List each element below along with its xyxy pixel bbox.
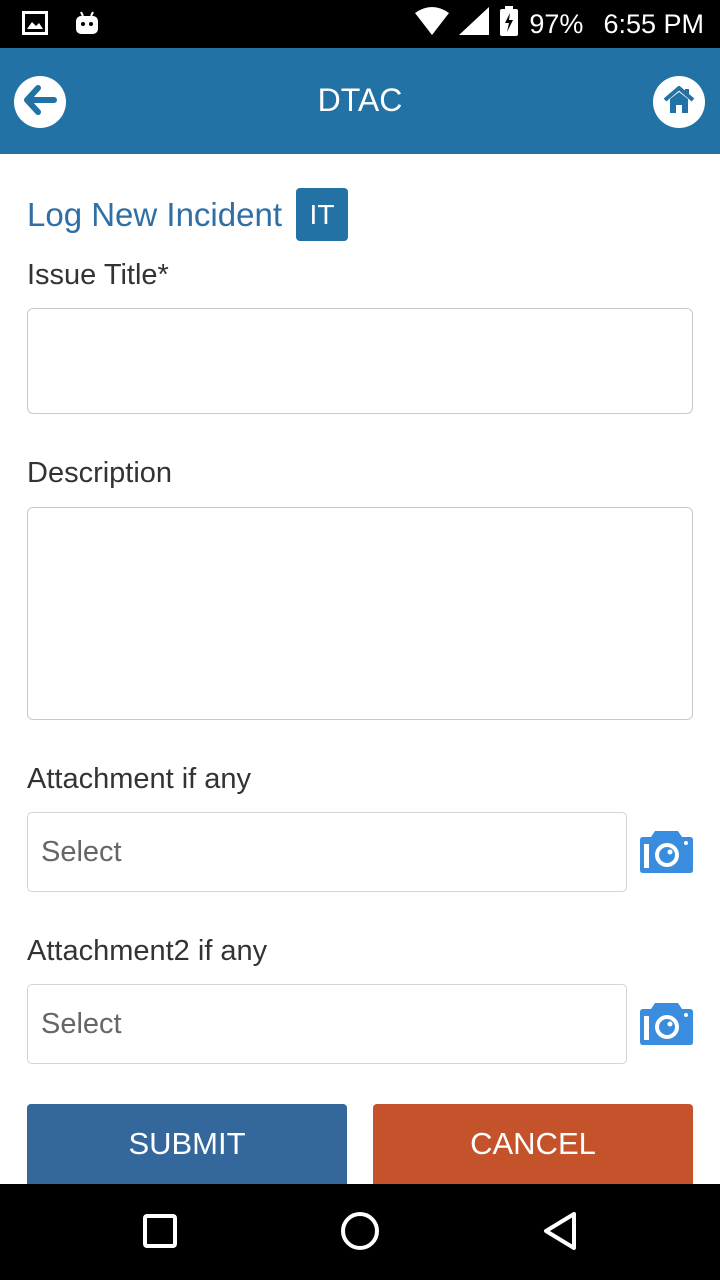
camera-icon[interactable] (640, 1003, 693, 1045)
form-heading: Log New Incident IT (27, 188, 348, 241)
android-icon (74, 10, 100, 41)
signal-icon (459, 6, 490, 42)
home-icon (663, 85, 695, 120)
camera-icon[interactable] (640, 831, 693, 873)
back-nav-icon (542, 1211, 578, 1256)
issue-title-input[interactable] (27, 308, 693, 414)
navigation-bar (0, 1184, 720, 1280)
description-textarea[interactable] (27, 507, 693, 720)
attachment2-select[interactable]: Select (27, 984, 627, 1064)
wifi-icon (415, 6, 450, 42)
back-nav-button[interactable] (535, 1208, 585, 1258)
battery-percent: 97% (529, 8, 584, 39)
issue-title-label: Issue Title* (27, 259, 169, 291)
app-title: DTAC (317, 82, 403, 118)
recents-icon (143, 1213, 177, 1253)
home-button[interactable] (653, 76, 705, 128)
submit-button[interactable]: SUBMIT (27, 1104, 347, 1184)
app-bar: DTAC (0, 48, 720, 154)
attachment1-value: Select (41, 836, 122, 868)
description-label: Description (27, 457, 173, 489)
attachment2-label: Attachment2 if any (27, 935, 268, 967)
cancel-button[interactable]: CANCEL (373, 1104, 693, 1184)
home-nav-button[interactable] (335, 1208, 385, 1258)
status-bar: 97% 6:55 PM (0, 0, 720, 48)
gallery-icon (22, 11, 48, 40)
battery-icon (499, 5, 519, 43)
attachment1-select[interactable]: Select (27, 812, 627, 892)
recents-button[interactable] (135, 1208, 185, 1258)
clock: 6:55 PM (603, 8, 704, 39)
page-title: Log New Incident (27, 195, 282, 233)
attachment2-value: Select (41, 1008, 122, 1040)
attachment1-label: Attachment if any (27, 763, 252, 795)
home-nav-icon (340, 1211, 380, 1256)
category-badge: IT (296, 188, 348, 241)
